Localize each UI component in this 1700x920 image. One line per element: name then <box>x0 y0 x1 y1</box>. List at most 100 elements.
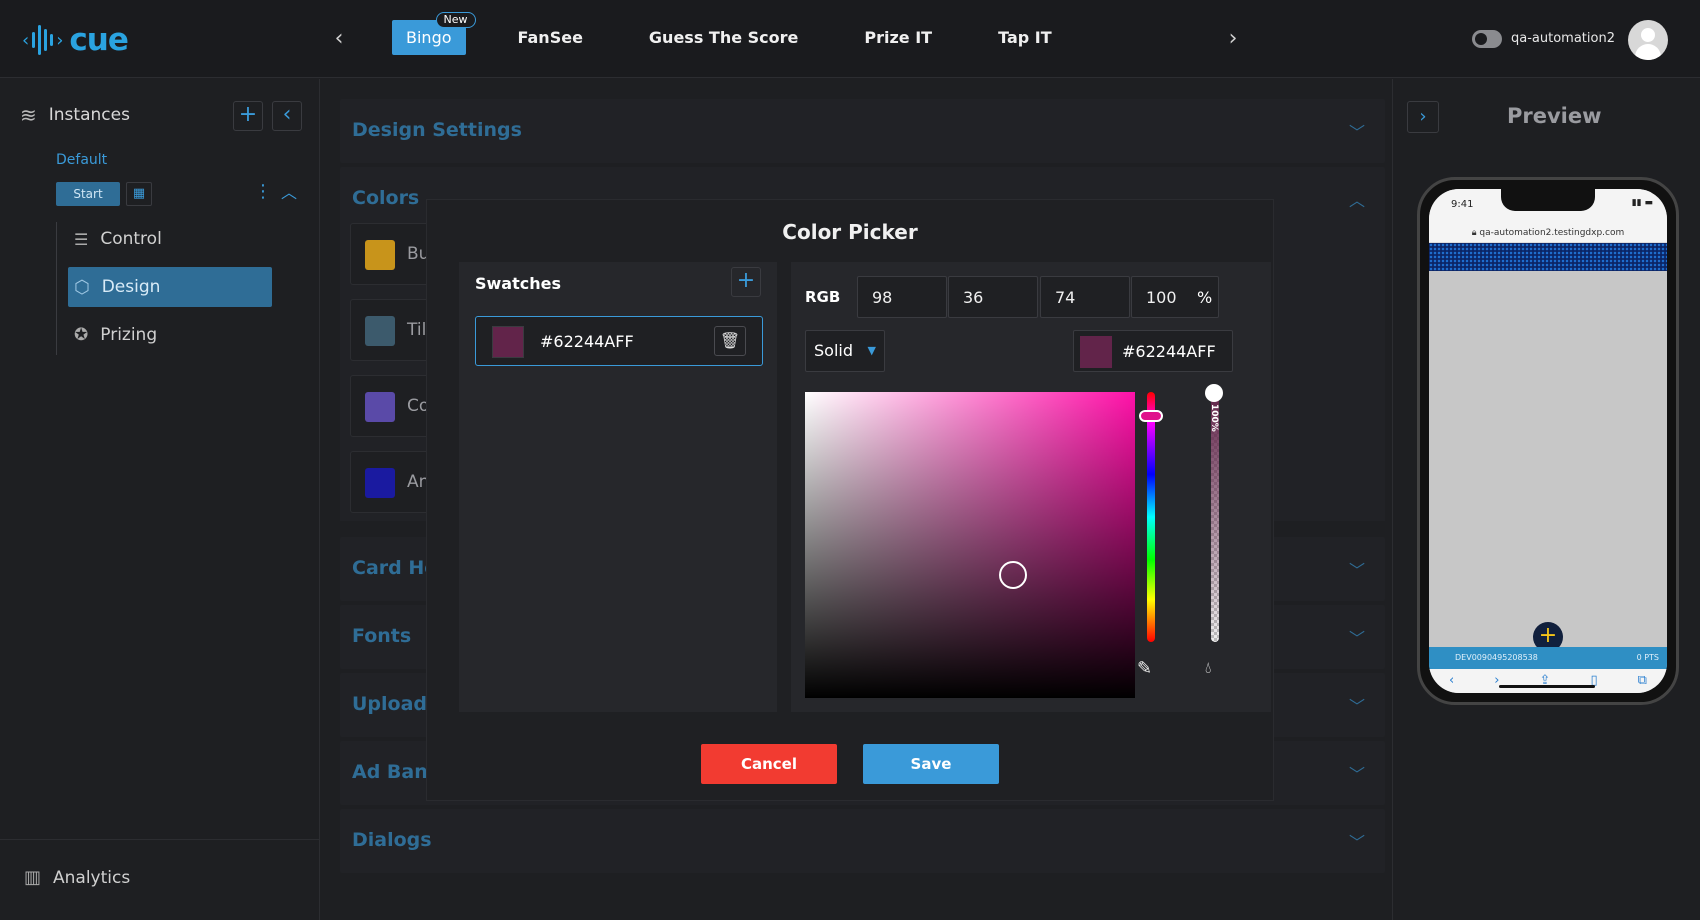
instance-default-label[interactable]: Default <box>56 152 107 168</box>
theme-toggle[interactable] <box>1472 30 1502 48</box>
chevron-down-icon: ﹀ <box>1348 833 1365 852</box>
hex-field[interactable]: #62244AFF <box>1073 330 1233 372</box>
tab-tap-it[interactable]: Tap IT <box>984 20 1066 55</box>
lock-icon: 🔒︎ <box>1471 228 1477 238</box>
phone-time: 9:41 <box>1451 199 1474 210</box>
add-instance-button[interactable]: + <box>233 101 263 131</box>
save-button[interactable]: Save <box>863 744 999 784</box>
swatches-panel: Swatches + #62244AFF 🗑︎ <box>459 262 777 712</box>
alpha-percent-label: 100% <box>1209 404 1219 432</box>
expand-preview-button[interactable]: › <box>1407 101 1439 133</box>
phone-user-id: DEV0090495208538 <box>1455 653 1538 662</box>
blue-input[interactable] <box>1040 276 1130 318</box>
paint-bucket-icon <box>365 240 395 270</box>
trash-icon[interactable]: 🗑︎ <box>714 326 746 356</box>
phone-url: qa-automation2.testingdxp.com <box>1479 228 1625 238</box>
tab-fansee[interactable]: FanSee <box>504 20 597 55</box>
award-icon: ✪ <box>74 325 89 345</box>
phone-user-bar: DEV0090495208538 0 PTS <box>1429 647 1667 669</box>
tab-bingo[interactable]: Bingo New <box>392 12 476 55</box>
section-design-settings[interactable]: Design Settings ﹀ <box>340 99 1385 163</box>
phone-mockup: 9:41 ▮▮ ▬ 🔒︎ qa-automation2.testingdxp.c… <box>1417 177 1679 705</box>
qr-code-icon[interactable]: ▦ <box>126 182 152 206</box>
color-row-label: Til <box>407 320 427 340</box>
top-bar: ‹ › cue ‹ Bingo New FanSee Guess The Scor… <box>0 0 1700 78</box>
fill-type-value: Solid <box>814 341 853 360</box>
sidebar-item-analytics[interactable]: ▥ Analytics <box>24 867 130 888</box>
cue-logo[interactable]: ‹ › cue <box>22 22 129 58</box>
paint-bucket-icon <box>365 468 395 498</box>
swatches-title: Swatches <box>475 274 561 293</box>
hex-color-chip <box>1080 336 1112 368</box>
sidebar-item-prizing[interactable]: ✪ Prizing <box>68 315 272 355</box>
saturation-value-area[interactable] <box>805 392 1135 698</box>
section-title: Design Settings <box>352 119 522 141</box>
hue-slider[interactable] <box>1147 392 1155 642</box>
tab-prize-it[interactable]: Prize IT <box>850 20 946 55</box>
instances-title: Instances <box>48 105 130 125</box>
games-prev-arrow-icon[interactable]: ‹ <box>327 26 351 52</box>
analytics-label: Analytics <box>53 867 131 888</box>
swatch-item[interactable]: #62244AFF 🗑︎ <box>475 316 763 366</box>
hue-slider-thumb[interactable] <box>1139 410 1163 422</box>
forward-icon: › <box>1494 673 1500 688</box>
caret-down-icon: ▼ <box>867 344 876 357</box>
sidebar-item-label: Prizing <box>100 325 158 345</box>
cancel-button[interactable]: Cancel <box>701 744 837 784</box>
hex-value: #62244AFF <box>1122 342 1216 361</box>
phone-browser-nav: ‹ › ⇪ ▯ ⧉ <box>1429 669 1667 693</box>
red-input[interactable] <box>857 276 947 318</box>
add-swatch-button[interactable]: + <box>731 267 761 297</box>
swatch-color-chip <box>492 326 524 358</box>
preview-panel: › Preview 9:41 ▮▮ ▬ 🔒︎ qa-automation2.te… <box>1392 79 1700 920</box>
layers-icon: ≋ <box>20 103 37 127</box>
chevron-up-icon[interactable]: ︿ <box>281 179 297 203</box>
sidebar-item-control[interactable]: ☰ Control <box>68 219 272 259</box>
section-title: Dialogs <box>352 829 432 851</box>
section-dialogs[interactable]: Dialogs ﹀ <box>340 809 1385 873</box>
paint-bucket-icon <box>365 392 395 422</box>
share-icon: ⇪ <box>1539 673 1551 688</box>
back-icon: ‹ <box>1449 673 1455 688</box>
color-mode-label[interactable]: RGB <box>805 288 840 306</box>
phone-header-banner <box>1429 243 1667 271</box>
chevron-down-icon: ﹀ <box>1348 697 1365 716</box>
sidebar-item-label: Design <box>101 277 161 297</box>
username[interactable]: qa-automation2 <box>1511 31 1615 46</box>
chevron-down-icon: ﹀ <box>1348 629 1365 648</box>
fill-type-select[interactable]: Solid ▼ <box>805 330 885 372</box>
section-title: Colors <box>352 187 420 209</box>
logo-waveform-icon: ‹ › <box>22 23 63 57</box>
color-row-label: Co <box>407 396 430 416</box>
preview-title: Preview <box>1507 104 1602 128</box>
new-badge: New <box>435 12 476 28</box>
tabs-icon: ⧉ <box>1637 673 1647 688</box>
paint-bucket-icon <box>365 316 395 346</box>
eyedropper-icon[interactable]: ✎ <box>1137 658 1152 679</box>
sliders-icon: ☰ <box>74 229 89 249</box>
kebab-menu-icon[interactable]: ⋮ <box>254 181 272 202</box>
section-title: Card He <box>352 557 438 579</box>
tab-bingo-label: Bingo <box>406 28 452 47</box>
sidebar-item-design[interactable]: ⬡ Design <box>68 267 272 307</box>
chevron-up-icon: ︿ <box>1348 191 1365 210</box>
sidebar: ≋ Instances + ‹ Default Start ▦ ⋮ ︿ ☰ Co… <box>0 79 320 920</box>
tree-line <box>56 222 57 355</box>
green-input[interactable] <box>948 276 1038 318</box>
percent-symbol: % <box>1197 288 1213 307</box>
collapse-sidebar-button[interactable]: ‹ <box>272 101 302 131</box>
phone-notch <box>1501 189 1595 211</box>
alpha-slider-thumb[interactable] <box>1205 384 1223 402</box>
avatar[interactable] <box>1628 20 1668 60</box>
games-next-arrow-icon[interactable]: › <box>1221 26 1245 52</box>
phone-status-bar: 9:41 ▮▮ ▬ <box>1429 189 1667 223</box>
phone-home-indicator <box>1499 685 1595 688</box>
sv-cursor[interactable] <box>999 561 1027 589</box>
opacity-drop-icon: 💧︎ <box>1205 658 1212 677</box>
tab-guess-the-score[interactable]: Guess The Score <box>635 20 812 55</box>
start-button[interactable]: Start <box>56 182 120 206</box>
section-title: Fonts <box>352 625 412 647</box>
bookmarks-icon: ▯ <box>1590 673 1598 688</box>
section-title: Uploads <box>352 693 439 715</box>
cube-icon: ⬡ <box>74 276 90 298</box>
